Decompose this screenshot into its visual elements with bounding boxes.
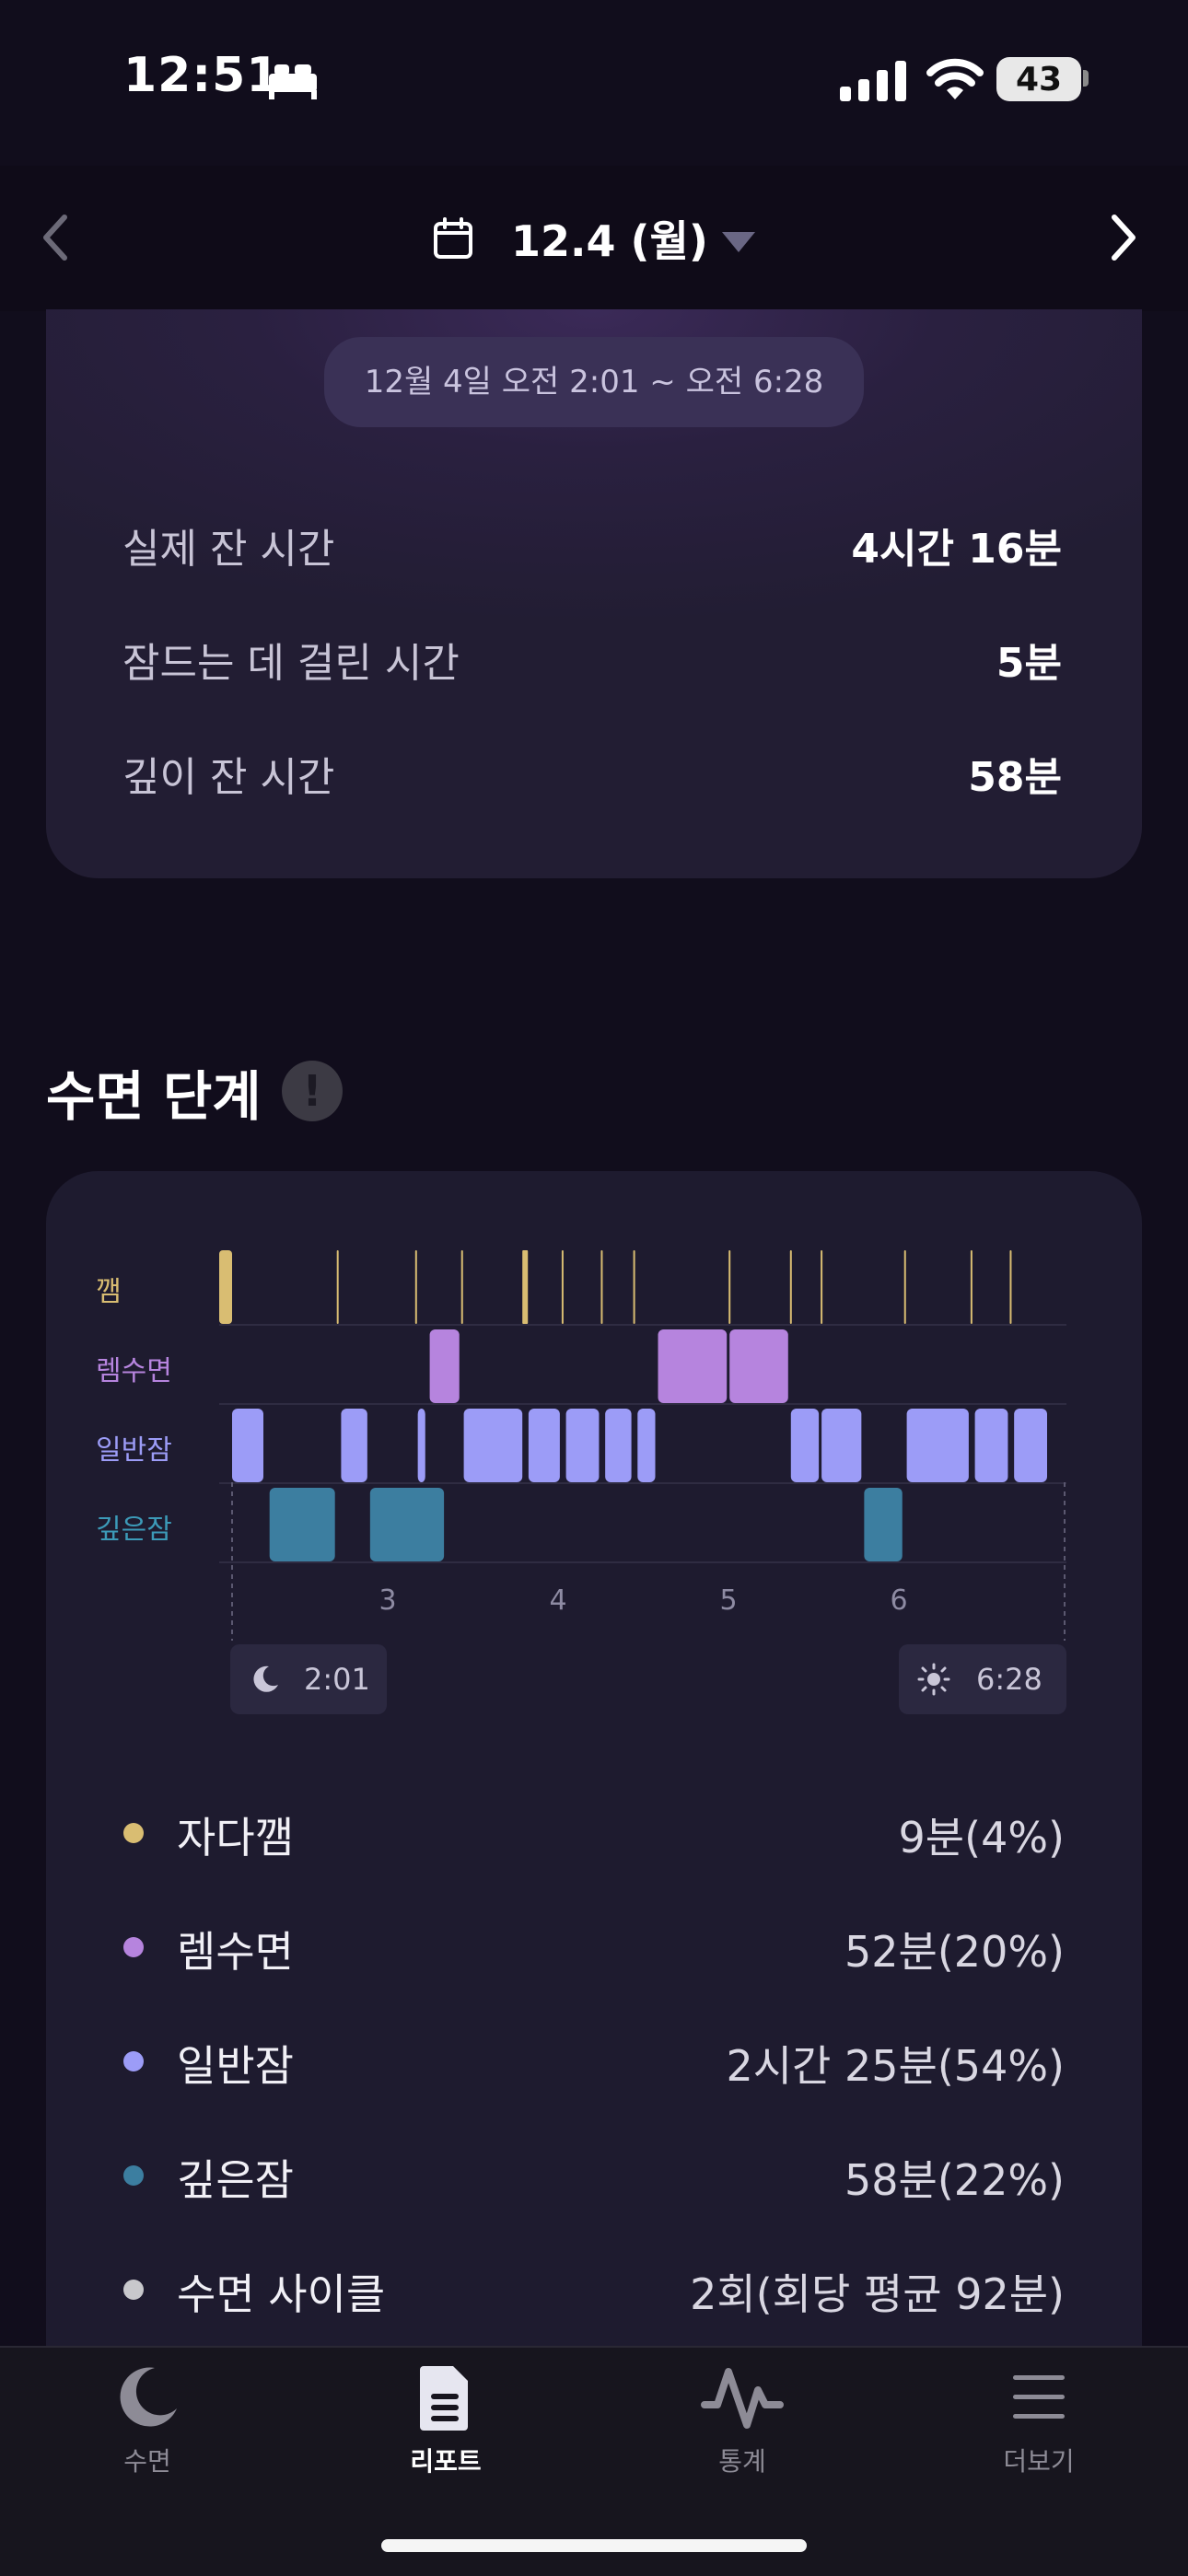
legend-dot: [123, 2165, 144, 2186]
awake-mark: [600, 1250, 603, 1324]
legend-item: 일반잠 2시간 25분(54%): [122, 2022, 1065, 2095]
report-icon: [420, 2366, 468, 2431]
stage-segment: [864, 1488, 903, 1561]
stage-segment: [605, 1409, 632, 1482]
sun-icon: [917, 1663, 950, 1696]
legend-value: 52분(20%): [844, 1927, 1065, 1977]
stage-segment: [565, 1409, 600, 1482]
legend-value: 2시간 25분(54%): [726, 2041, 1065, 2091]
awake-mark: [219, 1250, 232, 1324]
legend-name: 자다깸: [177, 1813, 294, 1862]
tab-label: 리포트: [410, 2446, 482, 2477]
start-time-chip: 2:01: [230, 1644, 387, 1714]
home-indicator: [381, 2539, 807, 2552]
x-tick-label: 5: [719, 1584, 737, 1617]
stage-segment: [637, 1409, 656, 1482]
stage-segment: [974, 1409, 1008, 1482]
awake-mark: [414, 1250, 417, 1324]
legend-dot: [123, 1823, 144, 1843]
tab-more[interactable]: 더보기: [947, 2362, 1131, 2478]
awake-mark: [633, 1250, 635, 1324]
legend-item: 자다깸 9분(4%): [122, 1793, 1065, 1867]
legend-name: 수면 사이클: [177, 2269, 386, 2319]
awake-mark: [970, 1250, 973, 1324]
stage-segment: [463, 1409, 523, 1482]
legend-item: 수면 사이클 2회(회당 평균 92분): [122, 2250, 1065, 2324]
stage-segment: [1014, 1409, 1047, 1482]
tab-label: 수면: [123, 2446, 171, 2477]
moon-icon: [120, 2367, 177, 2427]
legend-item: 깊은잠 58분(22%): [122, 2136, 1065, 2210]
stage-segment: [528, 1409, 560, 1482]
tab-stats[interactable]: 통계: [650, 2362, 834, 2478]
stage-segment: [790, 1409, 820, 1482]
menu-icon: [1013, 2375, 1065, 2419]
end-time-chip: 6:28: [899, 1644, 1066, 1714]
legend-item: 렘수면 52분(20%): [122, 1908, 1065, 1981]
end-time: 6:28: [976, 1662, 1042, 1697]
awake-mark: [821, 1250, 823, 1324]
legend-name: 깊은잠: [177, 2155, 294, 2205]
stage-segment: [429, 1329, 460, 1403]
awake-mark: [561, 1250, 564, 1324]
awake-mark: [336, 1250, 339, 1324]
awake-mark: [1009, 1250, 1012, 1324]
stage-segment: [341, 1409, 367, 1482]
start-time: 2:01: [304, 1662, 370, 1697]
stage-segment: [369, 1488, 445, 1561]
legend-dot: [123, 2051, 144, 2071]
stage-segment: [821, 1409, 862, 1482]
tab-label: 더보기: [1003, 2446, 1075, 2477]
legend-dot: [123, 1937, 144, 1957]
stats-icon: [701, 2368, 784, 2429]
legend-value: 58분(22%): [844, 2155, 1065, 2205]
x-tick-label: 4: [549, 1584, 566, 1617]
stage-segment: [269, 1488, 335, 1561]
legend-value: 2회(회당 평균 92분): [690, 2269, 1065, 2319]
tab-report[interactable]: 리포트: [354, 2362, 538, 2478]
stage-segment: [658, 1329, 728, 1403]
moon-icon: [253, 1665, 278, 1692]
stage-segment: [232, 1409, 263, 1482]
stage-segment: [417, 1409, 425, 1482]
x-tick-label: 6: [890, 1584, 907, 1617]
legend-name: 렘수면: [177, 1927, 294, 1977]
tab-label: 통계: [718, 2446, 766, 2477]
hypnogram-chart: 3 4 5 6: [219, 1250, 1066, 1641]
legend-value: 9분(4%): [898, 1813, 1065, 1862]
legend-dot: [123, 2280, 144, 2300]
awake-mark: [903, 1250, 906, 1324]
stage-segment: [729, 1329, 788, 1403]
awake-mark: [789, 1250, 792, 1324]
awake-mark: [522, 1250, 529, 1324]
awake-mark: [728, 1250, 731, 1324]
tab-sleep[interactable]: 수면: [55, 2362, 239, 2478]
legend-name: 일반잠: [177, 2041, 294, 2091]
x-tick-label: 3: [379, 1584, 396, 1617]
stage-segment: [906, 1409, 969, 1482]
awake-mark: [460, 1250, 463, 1324]
